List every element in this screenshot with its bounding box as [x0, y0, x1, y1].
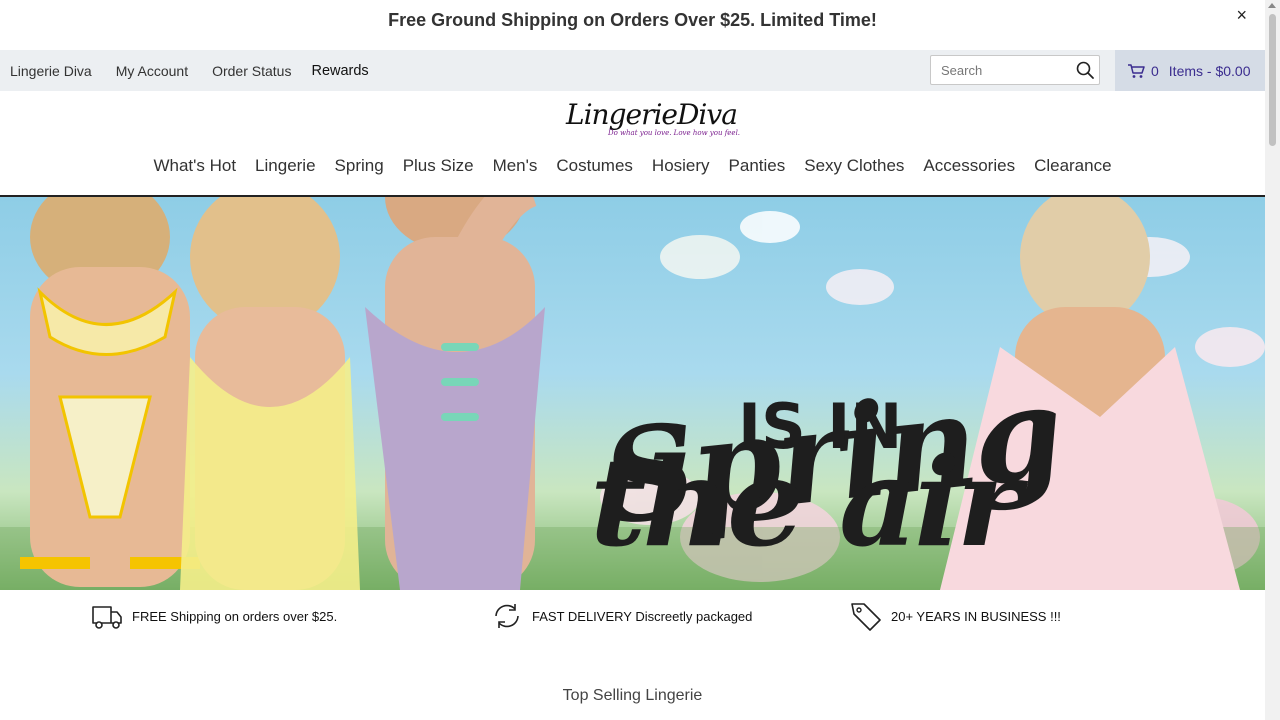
feature-fast-delivery: FAST DELIVERY Discreetly packaged [490, 600, 752, 632]
main-nav: What's Hot Lingerie Spring Plus Size Men… [0, 156, 1265, 176]
nav-item-hosiery[interactable]: Hosiery [652, 156, 710, 176]
section-title: Top Selling Lingerie [562, 687, 703, 704]
nav-item-plus-size[interactable]: Plus Size [403, 156, 474, 176]
logo-tagline: Do what you love. Love how you feel. [608, 129, 741, 137]
nav-item-lingerie[interactable]: Lingerie [255, 156, 316, 176]
nav-item-spring[interactable]: Spring [335, 156, 384, 176]
promo-text: Free Ground Shipping on Orders Over $25.… [388, 10, 877, 30]
cart-button[interactable]: 0 Items - $0.00 [1115, 50, 1265, 91]
nav-item-panties[interactable]: Panties [729, 156, 786, 176]
feature-text: 20+ YEARS IN BUSINESS !!! [891, 608, 1061, 624]
search-icon[interactable] [1075, 60, 1095, 80]
feature-free-shipping: FREE Shipping on orders over $25. [90, 600, 337, 632]
scroll-up-arrow-icon[interactable] [1268, 3, 1276, 8]
search-input[interactable] [931, 56, 1071, 84]
model-1 [20, 197, 200, 587]
nav-item-clearance[interactable]: Clearance [1034, 156, 1112, 176]
model-3 [365, 197, 545, 590]
site-logo[interactable]: LingerieDiva Do what you love. Love how … [562, 98, 740, 140]
hero-headline-3: the air [590, 430, 1021, 574]
page-scrollbar[interactable] [1265, 0, 1280, 720]
utility-links: Lingerie Diva My Account Order Status Re… [10, 50, 393, 91]
cart-summary: Items - $0.00 [1168, 62, 1251, 79]
link-lingerie-diva[interactable]: Lingerie Diva [10, 63, 92, 79]
refresh-arrows-icon [495, 604, 519, 628]
shopping-cart-icon [1128, 63, 1145, 78]
promo-banner: Free Ground Shipping on Orders Over $25.… [0, 0, 1265, 50]
link-rewards[interactable]: Rewards [311, 63, 368, 79]
delivery-truck-icon [92, 606, 122, 629]
feature-years-in-business: 20+ YEARS IN BUSINESS !!! [849, 600, 1061, 632]
link-order-status[interactable]: Order Status [212, 63, 291, 79]
logo-wordmark: LingerieDiva [566, 98, 738, 131]
cart-count: 0 [1151, 62, 1159, 79]
feature-text: FREE Shipping on orders over $25. [132, 608, 338, 624]
close-icon[interactable]: × [1236, 5, 1247, 26]
feature-text: FAST DELIVERY Discreetly packaged [532, 608, 753, 624]
link-my-account[interactable]: My Account [116, 63, 188, 79]
nav-item-whats-hot[interactable]: What's Hot [153, 156, 236, 176]
model-2 [180, 197, 360, 590]
price-tag-icon [851, 603, 881, 631]
nav-item-mens[interactable]: Men's [493, 156, 538, 176]
nav-item-costumes[interactable]: Costumes [556, 156, 633, 176]
utility-bar: Lingerie Diva My Account Order Status Re… [0, 50, 1265, 91]
nav-item-sexy-clothes[interactable]: Sexy Clothes [804, 156, 904, 176]
nav-item-accessories[interactable]: Accessories [923, 156, 1015, 176]
scroll-thumb[interactable] [1269, 14, 1276, 146]
search-box [930, 55, 1100, 85]
